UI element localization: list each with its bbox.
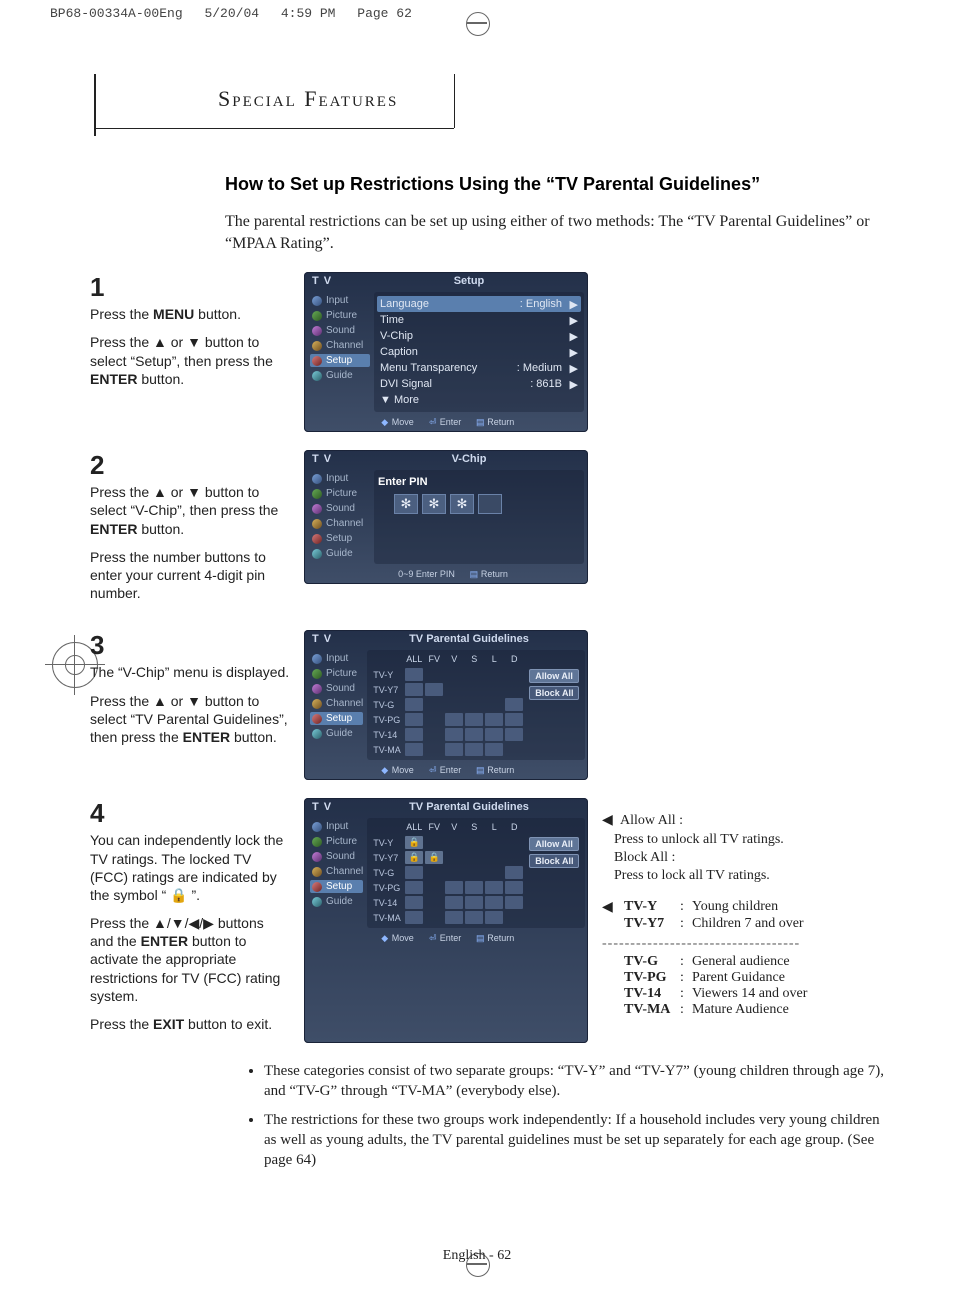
step-1: 1 Press the MENU button. Press the ▲ or … — [90, 272, 884, 432]
osd-vchip-pin: T VV-Chip Input Picture Sound Channel Se… — [304, 450, 588, 584]
doc-page-crop: Page 62 — [357, 6, 412, 21]
document-page: BP68-00334A-00Eng 5/20/04 4:59 PM Page 6… — [0, 0, 954, 1310]
osd-side-menu: Input Picture Sound Channel Setup Guide — [304, 290, 370, 414]
step-number: 4 — [90, 798, 290, 829]
doc-date: 5/20/04 — [204, 6, 259, 21]
section-header: Special Features — [218, 86, 398, 112]
page-number: English - 62 — [0, 1248, 954, 1264]
section-header-rule: Special Features — [90, 80, 884, 136]
doc-id: BP68-00334A-00Eng — [50, 6, 183, 21]
step-number: 2 — [90, 450, 290, 481]
step-number: 1 — [90, 272, 290, 303]
crop-mark-top — [467, 13, 487, 33]
osd-tpg-grid: T VTV Parental Guidelines Input Picture … — [304, 630, 588, 780]
page-intro: The parental restrictions can be set up … — [225, 211, 884, 254]
page-title: How to Set up Restrictions Using the “TV… — [225, 174, 884, 195]
step-number: 3 — [90, 630, 290, 661]
doc-time: 4:59 PM — [281, 6, 336, 21]
step-3: 3 The “V-Chip” menu is displayed. Press … — [90, 630, 884, 780]
step-2: 2 Press the ▲ or ▼ button to select “V-C… — [90, 450, 884, 612]
footer-bullets: These categories consist of two separate… — [224, 1061, 884, 1170]
side-annotations: ◀Allow All : Press to unlock all TV rati… — [602, 798, 834, 1043]
osd-tpg-grid-locked: T VTV Parental Guidelines Input Picture … — [304, 798, 588, 1043]
step-4: 4 You can independently lock the TV rati… — [90, 798, 884, 1043]
osd-setup: T VSetup Input Picture Sound Channel Set… — [304, 272, 588, 432]
doc-header-meta: BP68-00334A-00Eng 5/20/04 4:59 PM Page 6… — [50, 6, 426, 21]
